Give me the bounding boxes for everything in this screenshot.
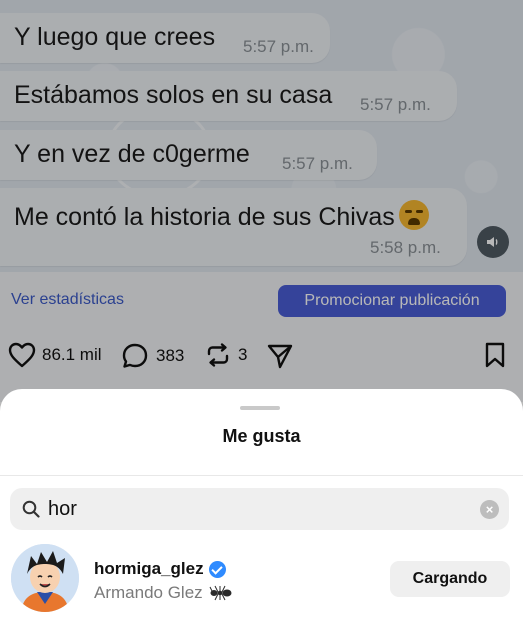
verified-badge-icon [208, 560, 226, 578]
user-list-item[interactable]: hormiga_glez Armando Glez Cargando [0, 539, 523, 621]
search-icon [22, 500, 40, 518]
divider [0, 475, 523, 476]
likes-sheet: Me gusta × hormiga_glez [0, 389, 523, 621]
avatar[interactable] [11, 544, 79, 612]
clear-search-icon[interactable]: × [480, 500, 499, 519]
drag-handle[interactable] [240, 406, 280, 410]
search-input[interactable] [48, 495, 468, 523]
full-name-text: Armando Glez [94, 583, 203, 602]
ant-emoji-icon [209, 585, 232, 601]
follow-button[interactable]: Cargando [390, 561, 510, 597]
username[interactable]: hormiga_glez [94, 559, 226, 579]
full-name: Armando Glez [94, 583, 233, 603]
search-bar: × [10, 488, 509, 530]
username-text: hormiga_glez [94, 559, 204, 578]
sheet-title: Me gusta [222, 426, 301, 446]
avatar-image [11, 544, 79, 612]
